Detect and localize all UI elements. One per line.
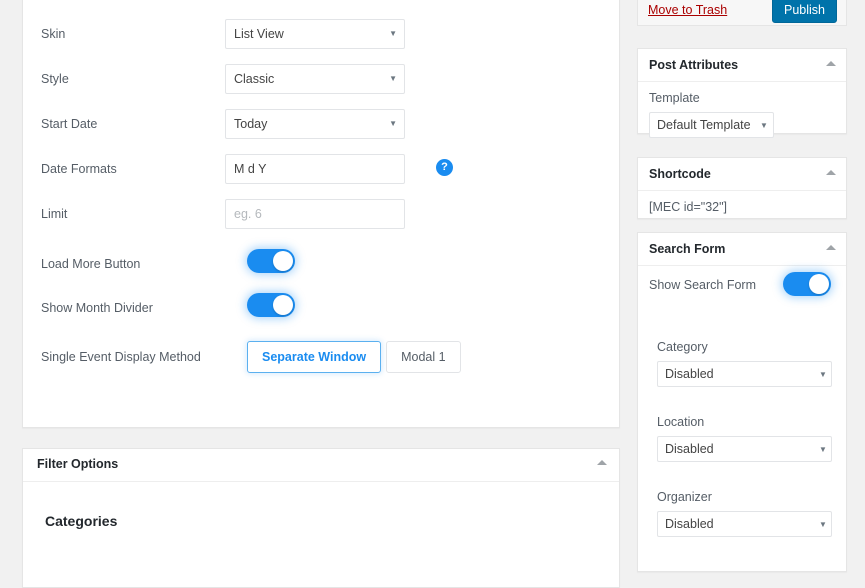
show-month-divider-toggle[interactable] [247, 293, 295, 317]
main-content-column: Skin List View ▼ Style Classic ▼ Start D… [22, 0, 620, 588]
label-date-formats: Date Formats [41, 162, 117, 176]
post-attributes-header[interactable]: Post Attributes [638, 49, 846, 82]
form-row-show-month-divider: Show Month Divider [23, 293, 619, 323]
post-attributes-title: Post Attributes [649, 58, 739, 72]
help-icon[interactable]: ? [436, 159, 453, 176]
label-load-more-button: Load More Button [41, 257, 141, 271]
modal-1-button[interactable]: Modal 1 [386, 341, 461, 373]
style-select-wrapper: Classic ▼ [225, 64, 405, 94]
form-row-style: Style Classic ▼ [23, 64, 619, 94]
toggle-knob [273, 251, 293, 271]
shortcode-title: Shortcode [649, 167, 711, 181]
template-label: Template [649, 91, 700, 105]
location-label: Location [657, 415, 705, 429]
shortcode-panel: Shortcode [MEC id="32"] [637, 157, 847, 219]
search-form-panel: Search Form Show Search Form Category Di… [637, 232, 847, 572]
date-formats-input[interactable] [225, 154, 405, 184]
organizer-label: Organizer [657, 490, 712, 504]
post-attributes-panel: Post Attributes Template Default Templat… [637, 48, 847, 138]
single-event-display-method-group: Separate Window Modal 1 [247, 341, 461, 373]
form-row-load-more-button: Load More Button [23, 249, 619, 279]
form-row-start-date: Start Date Today ▼ [23, 109, 619, 139]
organizer-select[interactable]: Disabled [657, 511, 832, 537]
collapse-up-icon[interactable] [826, 170, 836, 175]
label-skin: Skin [41, 27, 66, 41]
filter-options-header[interactable]: Filter Options [23, 449, 619, 482]
shortcode-header[interactable]: Shortcode [638, 158, 846, 191]
skin-select[interactable]: List View [225, 19, 405, 49]
show-month-divider-toggle-wrapper [247, 293, 295, 317]
filter-options-panel: Filter Options Categories [22, 448, 620, 588]
category-label: Category [657, 340, 708, 354]
load-more-button-toggle[interactable] [247, 249, 295, 273]
show-search-form-label: Show Search Form [649, 278, 756, 292]
start-date-select-wrapper: Today ▼ [225, 109, 405, 139]
template-select[interactable]: Default Template [649, 112, 774, 138]
form-row-limit: Limit [23, 199, 619, 229]
collapse-up-icon[interactable] [826, 61, 836, 66]
separate-window-button[interactable]: Separate Window [247, 341, 382, 373]
label-start-date: Start Date [41, 117, 98, 131]
skin-settings-panel: Skin List View ▼ Style Classic ▼ Start D… [22, 0, 620, 428]
form-row-skin: Skin List View ▼ [23, 19, 619, 49]
toggle-knob [809, 274, 829, 294]
date-formats-input-wrapper [225, 154, 405, 184]
skin-select-wrapper: List View ▼ [225, 19, 405, 49]
form-row-date-formats: Date Formats ? [23, 154, 619, 184]
style-select[interactable]: Classic [225, 64, 405, 94]
load-more-toggle-wrapper [247, 249, 295, 273]
start-date-select[interactable]: Today [225, 109, 405, 139]
move-to-trash-link[interactable]: Move to Trash [648, 3, 727, 17]
publish-box: Move to Trash Publish [637, 0, 847, 26]
toggle-knob [273, 295, 293, 315]
label-show-month-divider: Show Month Divider [41, 301, 153, 315]
search-form-title: Search Form [649, 242, 726, 256]
search-form-header[interactable]: Search Form [638, 233, 846, 266]
publish-button[interactable]: Publish [772, 0, 837, 23]
limit-input[interactable] [225, 199, 405, 229]
show-search-form-toggle[interactable] [783, 272, 831, 296]
label-single-event-display-method: Single Event Display Method [41, 350, 201, 364]
shortcode-value[interactable]: [MEC id="32"] [649, 200, 727, 214]
label-style: Style [41, 72, 69, 86]
collapse-up-icon[interactable] [597, 460, 607, 465]
categories-heading: Categories [45, 513, 118, 529]
form-row-single-event-display-method: Single Event Display Method Separate Win… [23, 335, 619, 375]
location-select[interactable]: Disabled [657, 436, 832, 462]
collapse-up-icon[interactable] [826, 245, 836, 250]
category-select[interactable]: Disabled [657, 361, 832, 387]
filter-options-title: Filter Options [37, 457, 119, 471]
limit-input-wrapper [225, 199, 405, 229]
label-limit: Limit [41, 207, 68, 221]
